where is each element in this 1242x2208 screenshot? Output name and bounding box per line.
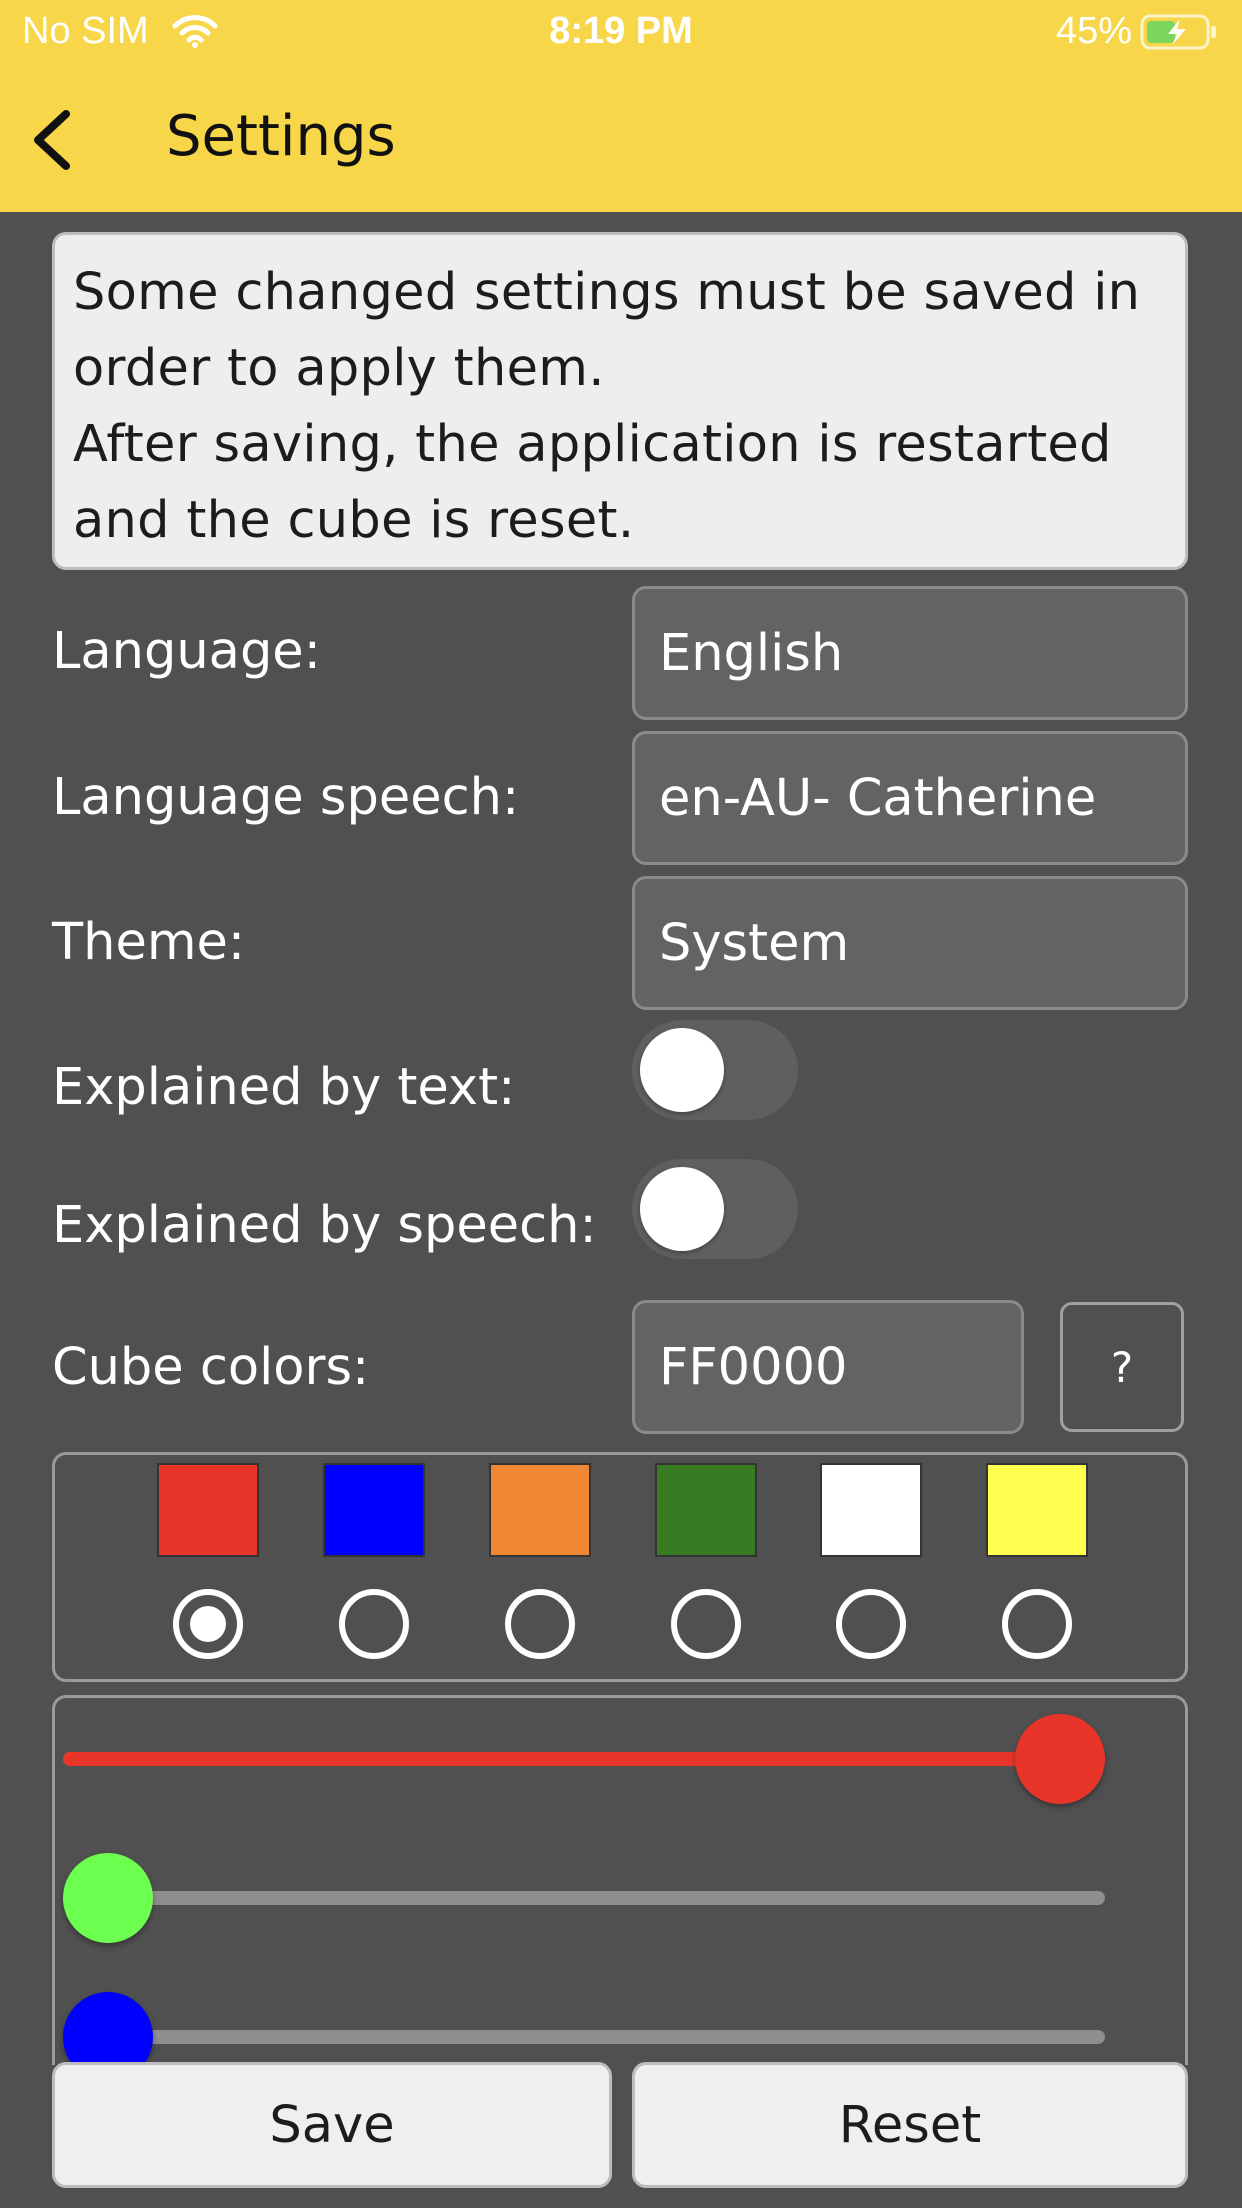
explained-by-text-toggle[interactable] [632,1020,798,1120]
color-radio-yellow[interactable] [1002,1589,1072,1659]
swatch-red[interactable] [157,1463,259,1557]
explained-by-speech-label: Explained by speech: [52,1196,597,1255]
green-slider-thumb[interactable] [63,1853,153,1943]
status-battery-percent: 45% [1055,10,1132,52]
color-radio-orange[interactable] [505,1589,575,1659]
info-line: order to apply them. [73,339,605,398]
color-radio-white[interactable] [836,1589,906,1659]
language-label: Language: [52,622,321,681]
theme-label: Theme: [52,913,246,972]
info-line: After saving, the application is restart… [73,415,1112,474]
explained-by-text-label: Explained by text: [52,1058,516,1117]
color-palette [52,1452,1188,1682]
swatch-green[interactable] [655,1463,757,1557]
cube-colors-label: Cube colors: [52,1338,370,1397]
color-radio-green[interactable] [671,1589,741,1659]
swatch-orange[interactable] [489,1463,591,1557]
toggle-knob [640,1167,724,1251]
toggle-knob [640,1028,724,1112]
language-picker[interactable]: English [632,586,1188,720]
blue-slider-thumb[interactable] [63,1992,153,2065]
info-line: and the cube is reset. [73,491,635,550]
language-speech-label: Language speech: [52,768,520,827]
swatch-yellow[interactable] [986,1463,1088,1557]
rgb-slider-panel [52,1695,1188,2065]
reset-button[interactable]: Reset [632,2062,1188,2188]
swatch-white[interactable] [820,1463,922,1557]
theme-picker[interactable]: System [632,876,1188,1010]
cube-color-hex-input[interactable]: FF0000 [632,1300,1024,1434]
color-radio-blue[interactable] [339,1589,409,1659]
green-slider-track[interactable] [63,1891,1105,1905]
language-speech-picker[interactable]: en-AU- Catherine [632,731,1188,865]
battery-charging-icon [1140,14,1220,54]
color-radio-red[interactable] [173,1589,243,1659]
save-button[interactable]: Save [52,2062,612,2188]
red-slider-fill [63,1752,1060,1766]
explained-by-speech-toggle[interactable] [632,1159,798,1259]
page-title: Settings [166,104,396,169]
red-slider-thumb[interactable] [1015,1714,1105,1804]
radio-selected-dot [190,1606,226,1642]
info-message: Some changed settings must be saved in o… [52,232,1188,570]
blue-slider-track[interactable] [63,2030,1105,2044]
back-chevron-icon[interactable] [22,108,78,176]
info-line: Some changed settings must be saved in [73,263,1141,322]
red-slider-track[interactable] [63,1752,1105,1766]
swatch-blue[interactable] [323,1463,425,1557]
help-button[interactable]: ? [1060,1302,1184,1432]
